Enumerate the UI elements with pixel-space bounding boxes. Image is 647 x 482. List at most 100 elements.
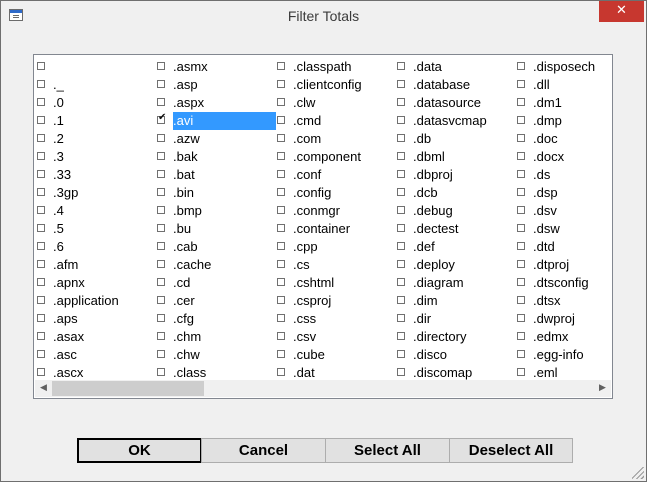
checkbox-icon[interactable] [157,98,165,106]
list-item[interactable]: .dsp [514,184,612,202]
checkbox-icon[interactable] [517,80,525,88]
checkbox-icon[interactable] [397,188,405,196]
checkbox-icon[interactable] [517,350,525,358]
list-item[interactable]: .dbml [394,148,514,166]
list-item[interactable]: .docx [514,148,612,166]
list-item[interactable]: .bak [154,148,274,166]
checkbox-icon[interactable] [277,350,285,358]
checkbox-icon[interactable] [37,260,45,268]
list-item[interactable]: .doc [514,130,612,148]
checkbox-icon[interactable] [397,170,405,178]
checkbox-icon[interactable] [157,260,165,268]
list-item[interactable]: .1 [34,112,154,130]
list-item[interactable]: .disco [394,346,514,364]
list-item[interactable]: .cs [274,256,394,274]
checkbox-icon[interactable] [157,332,165,340]
checkbox-icon[interactable] [157,188,165,196]
checkbox-icon[interactable] [157,242,165,250]
checkbox-icon[interactable] [397,242,405,250]
checkbox-icon[interactable] [157,350,165,358]
checkbox-icon[interactable] [37,332,45,340]
checkbox-icon[interactable] [397,98,405,106]
list-item[interactable]: .aps [34,310,154,328]
list-item[interactable]: .csproj [274,292,394,310]
checkbox-icon[interactable] [517,224,525,232]
checkbox-icon[interactable] [277,260,285,268]
checkbox-icon[interactable] [37,170,45,178]
checkbox-icon[interactable] [517,170,525,178]
checkbox-icon[interactable] [397,296,405,304]
list-item[interactable]: .33 [34,166,154,184]
select-all-button[interactable]: Select All [325,438,450,463]
list-item[interactable]: .chm [154,328,274,346]
list-item[interactable]: .dwproj [514,310,612,328]
checkbox-icon[interactable] [37,206,45,214]
list-item[interactable]: .asax [34,328,154,346]
checkbox-icon[interactable] [157,134,165,142]
checkbox-icon[interactable] [517,134,525,142]
checkbox-icon[interactable] [277,134,285,142]
checkbox-icon[interactable] [37,278,45,286]
cancel-button[interactable]: Cancel [201,438,326,463]
checkbox-icon[interactable] [397,206,405,214]
list-item[interactable]: .com [274,130,394,148]
checkbox-icon[interactable] [397,152,405,160]
list-item[interactable]: .def [394,238,514,256]
list-item[interactable] [34,58,154,76]
list-item[interactable]: .application [34,292,154,310]
list-item[interactable]: .5 [34,220,154,238]
list-item[interactable]: .dsv [514,202,612,220]
extension-checklist[interactable]: ._ .0 .1 .2 .3 .33 .3gp .4 .5 .6 .afm .apnx .applica… [33,54,613,399]
list-item[interactable]: .asmx [154,58,274,76]
checkbox-icon[interactable] [37,80,45,88]
list-item[interactable]: .2 [34,130,154,148]
checkbox-icon[interactable] [277,206,285,214]
list-item[interactable]: .dtproj [514,256,612,274]
deselect-all-button[interactable]: Deselect All [449,438,573,463]
checkbox-icon[interactable] [37,368,45,376]
checkbox-icon[interactable] [397,116,405,124]
list-item[interactable]: .diagram [394,274,514,292]
checkbox-icon[interactable] [517,260,525,268]
list-item[interactable]: .dll [514,76,612,94]
list-item[interactable]: .disposech [514,58,612,76]
list-item[interactable]: .ds [514,166,612,184]
checkbox-icon[interactable] [37,98,45,106]
list-item[interactable]: .asc [34,346,154,364]
list-item[interactable]: .css [274,310,394,328]
close-button[interactable]: ✕ [599,1,644,22]
checkbox-icon[interactable] [277,242,285,250]
list-item[interactable]: .6 [34,238,154,256]
checkbox-icon[interactable] [517,98,525,106]
checkbox-icon[interactable] [277,332,285,340]
title-bar[interactable]: Filter Totals ✕ [1,1,646,32]
checkbox-icon[interactable] [277,296,285,304]
list-item[interactable]: .dectest [394,220,514,238]
list-item[interactable]: .classpath [274,58,394,76]
list-item[interactable]: .apnx [34,274,154,292]
resize-grip-icon[interactable] [632,467,644,479]
checkbox-icon[interactable] [517,314,525,322]
list-item[interactable]: .3gp [34,184,154,202]
checkbox-icon[interactable] [397,368,405,376]
list-item[interactable]: .dim [394,292,514,310]
checkbox-icon[interactable] [397,80,405,88]
list-item[interactable]: .dtsconfig [514,274,612,292]
checkbox-icon[interactable] [37,62,45,70]
list-item[interactable]: .dir [394,310,514,328]
checkbox-icon[interactable] [517,188,525,196]
list-item[interactable]: .debug [394,202,514,220]
checkbox-icon[interactable] [157,296,165,304]
checkbox-icon[interactable] [157,314,165,322]
list-item[interactable]: .cache [154,256,274,274]
list-item[interactable]: .dtsx [514,292,612,310]
checkbox-icon[interactable] [157,170,165,178]
checkbox-icon[interactable] [157,368,165,376]
list-item[interactable]: .component [274,148,394,166]
list-item[interactable]: .data [394,58,514,76]
checkbox-icon[interactable] [157,278,165,286]
checkbox-icon[interactable] [157,62,165,70]
checkbox-icon[interactable] [277,152,285,160]
list-item[interactable]: .asp [154,76,274,94]
checkbox-icon[interactable] [517,278,525,286]
